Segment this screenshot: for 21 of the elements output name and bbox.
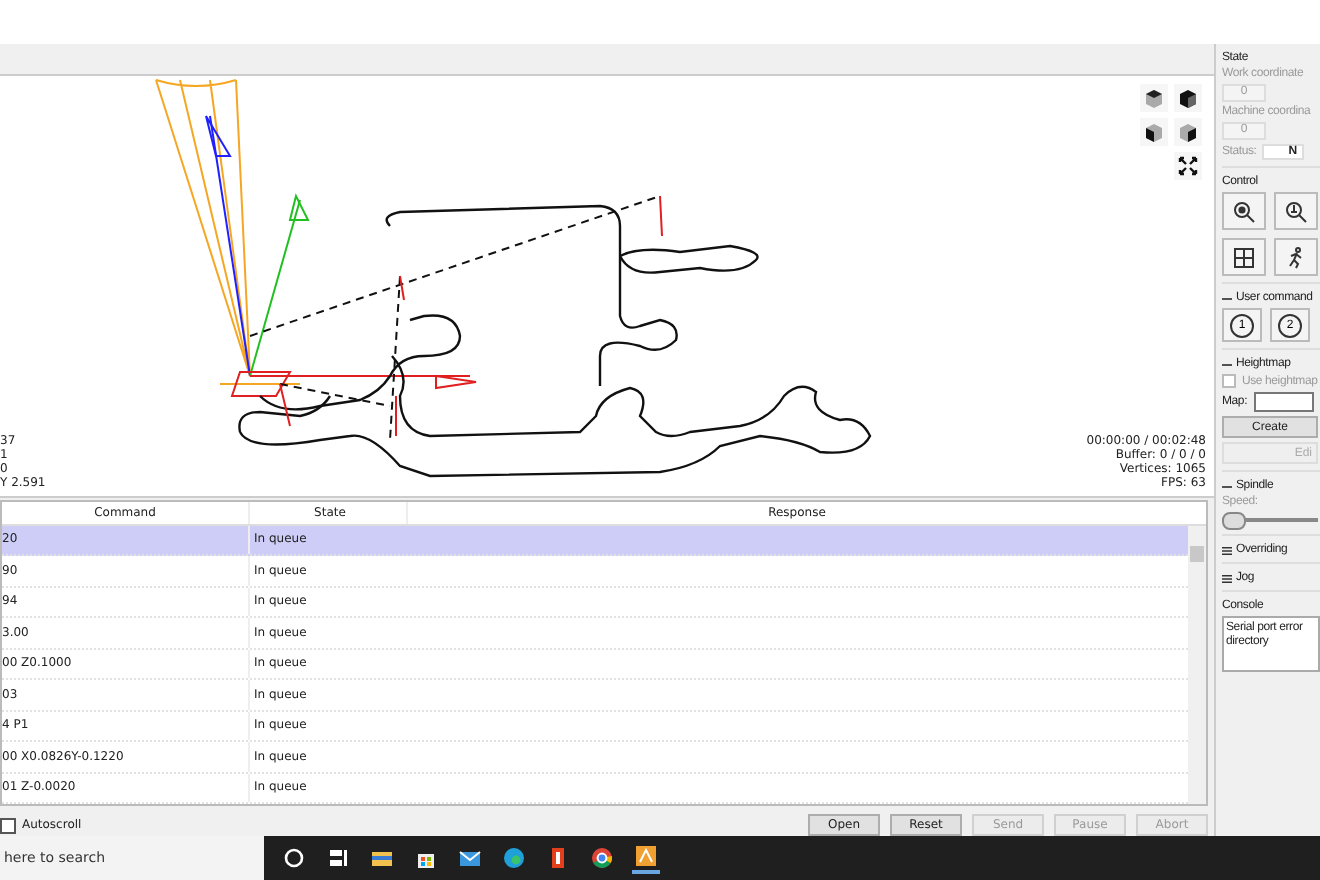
menu-icon[interactable] — [1222, 573, 1232, 583]
home-search-icon[interactable] — [1222, 192, 1266, 230]
app-icon[interactable] — [632, 842, 660, 874]
running-man-icon[interactable] — [1274, 238, 1318, 276]
speed-slider[interactable] — [1222, 512, 1318, 528]
collapse-icon[interactable] — [1222, 359, 1232, 369]
view-left-cube-icon[interactable] — [1140, 118, 1168, 146]
view-right-cube-icon[interactable] — [1174, 118, 1202, 146]
map-field[interactable] — [1253, 392, 1314, 412]
probe-search-icon[interactable] — [1274, 192, 1318, 230]
menu-icon[interactable] — [1222, 545, 1232, 555]
collapse-icon[interactable] — [1222, 481, 1232, 491]
circle-icon[interactable] — [280, 844, 308, 872]
fullscreen-icon[interactable] — [1174, 152, 1202, 180]
view-top-cube-icon[interactable] — [1140, 84, 1168, 112]
task-view-icon[interactable] — [324, 844, 352, 872]
autoscroll-checkbox[interactable] — [0, 817, 16, 833]
crosshair-icon[interactable] — [1222, 238, 1266, 276]
vertical-scrollbar[interactable] — [1188, 525, 1206, 804]
view-front-cube-icon[interactable] — [1174, 84, 1202, 112]
collapse-icon[interactable] — [1222, 293, 1232, 303]
